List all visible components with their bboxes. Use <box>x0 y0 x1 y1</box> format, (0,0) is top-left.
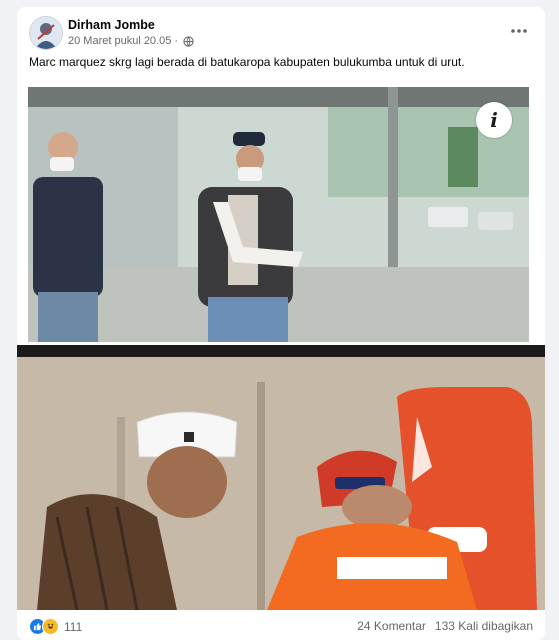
post-footer: 111 24 Komentar 133 Kali dibagikan <box>17 610 545 640</box>
post-header: Dirham Jombe 20 Maret pukul 20.05 · <box>17 7 545 57</box>
reaction-count: 111 <box>64 619 83 634</box>
photo-divider <box>17 345 545 357</box>
post-meta: 20 Maret pukul 20.05 · <box>68 35 194 47</box>
meta-separator: · <box>174 35 179 47</box>
post-date[interactable]: 20 Maret pukul 20.05 <box>68 35 171 47</box>
post-photo-massage[interactable] <box>17 357 545 610</box>
comments-count[interactable]: 24 Komentar <box>357 619 426 633</box>
avatar[interactable] <box>29 16 63 50</box>
globe-icon <box>183 35 194 47</box>
shares-count[interactable]: 133 Kali dibagikan <box>435 619 533 633</box>
more-options-icon[interactable] <box>507 21 531 41</box>
reactions-summary[interactable]: 111 <box>29 618 82 635</box>
post-text: Marc marquez skrg lagi berada di batukar… <box>29 55 465 69</box>
info-icon[interactable]: i <box>476 102 512 138</box>
post-photo-airport[interactable]: i <box>28 87 529 342</box>
airport-scene-illustration <box>28 87 529 342</box>
haha-icon <box>42 618 59 635</box>
post-stats: 24 Komentar 133 Kali dibagikan <box>357 619 533 633</box>
post-card: Dirham Jombe 20 Maret pukul 20.05 · Marc… <box>17 7 545 640</box>
massage-scene-illustration <box>17 357 545 610</box>
author-name[interactable]: Dirham Jombe <box>68 18 155 32</box>
